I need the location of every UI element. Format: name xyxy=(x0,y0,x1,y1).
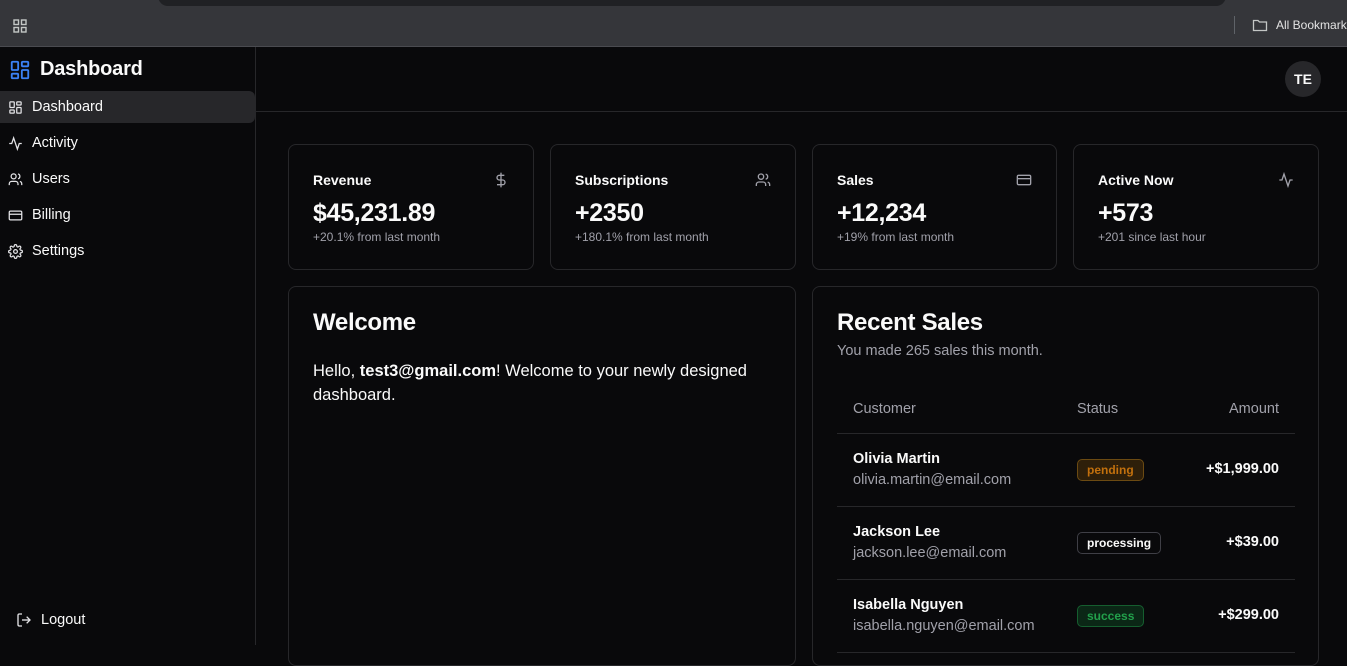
activity-icon xyxy=(1278,172,1294,188)
column-header-status: Status xyxy=(1077,401,1119,417)
sidebar-item-dashboard[interactable]: Dashboard xyxy=(0,91,255,123)
column-header-amount: Amount xyxy=(1229,401,1279,417)
customer-name: Isabella Nguyen xyxy=(853,597,964,613)
all-bookmarks-label: All Bookmarks xyxy=(1276,18,1347,32)
status-badge: success xyxy=(1077,605,1145,627)
welcome-card: Welcome Hello, test3@gmail.com! Welcome … xyxy=(288,286,796,666)
stat-label: Subscriptions xyxy=(575,172,669,188)
sidebar-item-label: Dashboard xyxy=(32,99,103,115)
user-email: test3@gmail.com xyxy=(359,362,496,380)
logout-label: Logout xyxy=(41,612,86,628)
users-icon xyxy=(8,172,23,187)
stat-card-subscriptions: Subscriptions +2350 +180.1% from last mo… xyxy=(550,144,796,270)
all-bookmarks-button[interactable]: All Bookmarks xyxy=(1252,17,1347,33)
sidebar-item-label: Users xyxy=(32,171,70,187)
brand[interactable]: Dashboard xyxy=(9,58,143,81)
sidebar-item-settings[interactable]: Settings xyxy=(0,235,255,267)
sale-amount: +$1,999.00 xyxy=(1206,461,1279,477)
logout-button[interactable]: Logout xyxy=(16,612,85,628)
browser-toolbar: All Bookmarks xyxy=(0,0,1347,47)
layout-dashboard-icon xyxy=(9,59,31,81)
logout-icon xyxy=(16,612,32,628)
sidebar-item-users[interactable]: Users xyxy=(0,163,255,195)
brand-title: Dashboard xyxy=(40,58,143,80)
stat-change: +201 since last hour xyxy=(1098,230,1206,244)
gear-icon xyxy=(8,243,23,259)
stat-card-revenue: Revenue $45,231.89 +20.1% from last mont… xyxy=(288,144,534,270)
sales-table: Customer Status Amount Olivia Martin oli… xyxy=(837,388,1295,653)
column-header-customer: Customer xyxy=(853,401,916,417)
credit-card-icon xyxy=(8,208,23,223)
stat-value: +2350 xyxy=(575,199,644,227)
stat-label: Active Now xyxy=(1098,172,1174,188)
customer-email: isabella.nguyen@email.com xyxy=(853,618,1035,634)
recent-sales-description: You made 265 sales this month. xyxy=(837,343,1043,359)
customer-name: Jackson Lee xyxy=(853,524,941,540)
sale-amount: +$39.00 xyxy=(1226,534,1279,550)
stat-value: +573 xyxy=(1098,199,1154,227)
stat-card-sales: Sales +12,234 +19% from last month xyxy=(812,144,1057,270)
sidebar-item-activity[interactable]: Activity xyxy=(0,127,255,159)
customer-name: Olivia Martin xyxy=(853,451,941,467)
stat-change: +19% from last month xyxy=(837,230,955,244)
sidebar: Dashboard Dashboard Activity Users Billi… xyxy=(0,47,256,645)
stat-value: $45,231.89 xyxy=(313,199,436,227)
credit-card-icon xyxy=(1016,172,1032,188)
sidebar-item-label: Settings xyxy=(32,243,85,259)
customer-email: jackson.lee@email.com xyxy=(853,545,1007,561)
welcome-title: Welcome xyxy=(313,309,416,336)
folder-icon xyxy=(1252,17,1268,33)
sidebar-item-label: Activity xyxy=(32,135,78,151)
status-badge: pending xyxy=(1077,459,1144,481)
welcome-greeting: Hello, xyxy=(313,362,360,380)
avatar[interactable]: TE xyxy=(1285,61,1321,97)
activity-icon xyxy=(8,135,23,151)
customer-email: olivia.martin@email.com xyxy=(853,472,1012,488)
stat-label: Sales xyxy=(837,172,874,188)
table-row[interactable]: Olivia Martin olivia.martin@email.com pe… xyxy=(837,434,1295,507)
stat-change: +20.1% from last month xyxy=(313,230,441,244)
stat-change: +180.1% from last month xyxy=(575,230,709,244)
table-header: Customer Status Amount xyxy=(837,388,1295,434)
sidebar-nav: Dashboard Activity Users Billing Setting… xyxy=(0,91,255,271)
sidebar-item-billing[interactable]: Billing xyxy=(0,199,255,231)
status-badge: processing xyxy=(1077,532,1162,554)
recent-sales-title: Recent Sales xyxy=(837,309,983,336)
sale-amount: +$299.00 xyxy=(1218,607,1279,623)
dollar-icon xyxy=(493,172,509,188)
stat-value: +12,234 xyxy=(837,199,926,227)
recent-sales-card: Recent Sales You made 265 sales this mon… xyxy=(812,286,1319,666)
top-bar: TE xyxy=(256,47,1347,112)
apps-grid-icon[interactable] xyxy=(12,18,28,34)
stat-label: Revenue xyxy=(313,172,372,188)
table-row[interactable]: Isabella Nguyen isabella.nguyen@email.co… xyxy=(837,580,1295,653)
stat-card-active-now: Active Now +573 +201 since last hour xyxy=(1073,144,1319,270)
welcome-message: Hello, test3@gmail.com! Welcome to your … xyxy=(313,359,783,407)
layout-grid-icon xyxy=(8,100,23,115)
sidebar-item-label: Billing xyxy=(32,207,71,223)
address-bar[interactable] xyxy=(158,0,1226,6)
toolbar-divider xyxy=(1234,16,1235,34)
table-row[interactable]: Jackson Lee jackson.lee@email.com proces… xyxy=(837,507,1295,580)
users-icon xyxy=(755,172,771,188)
